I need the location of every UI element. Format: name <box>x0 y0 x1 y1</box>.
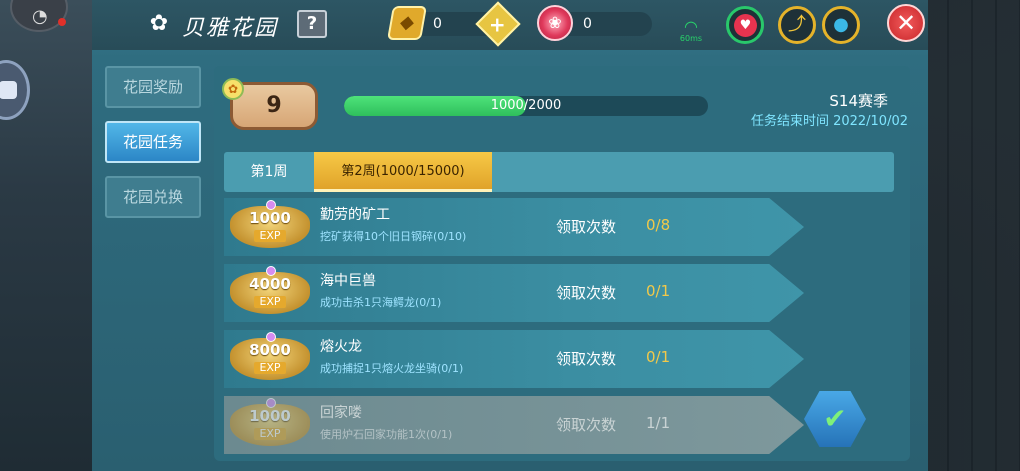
close-button[interactable]: ✕ <box>887 4 925 42</box>
gem-icon <box>266 398 276 408</box>
task-name: 勤劳的矿工 <box>320 207 390 223</box>
task-name: 熔火龙 <box>320 339 362 355</box>
exp-unit: EXP <box>254 428 286 440</box>
exp-badge: 4000 EXP <box>230 266 310 314</box>
task-row: 1000 EXP 勤劳的矿工 挖矿获得10个旧日钢碎(0/10) 领取次数 0/… <box>224 198 804 256</box>
shortcut-icon <box>0 81 17 99</box>
background-right-area <box>925 0 1020 471</box>
window-title: 贝雅花园 <box>182 16 279 41</box>
claim-count: 0/8 <box>646 216 671 234</box>
task-row: 4000 EXP 海中巨兽 成功击杀1只海鳄龙(0/1) 领取次数 0/1 <box>224 264 804 322</box>
flower-icon: ✿ <box>149 11 169 36</box>
help-button[interactable]: ? <box>297 10 327 38</box>
task-row: 8000 EXP 熔火龙 成功捕捉1只熔火龙坐骑(0/1) 领取次数 0/1 <box>224 330 804 388</box>
heart-icon: ♥ <box>734 14 757 37</box>
gem-icon <box>266 266 276 276</box>
network-latency: 60ms <box>679 34 703 43</box>
exp-unit: EXP <box>254 362 286 374</box>
task-name: 回家喽 <box>320 405 362 421</box>
top-bar: ✿ 贝雅花园 ? 0 ◆ + 0 ❀ ◠ 60ms ♥ ⤴ ● ✕ <box>92 0 928 50</box>
claim-count: 0/1 <box>646 282 671 300</box>
exp-unit: EXP <box>254 296 286 308</box>
tab-week-2[interactable]: 第2周(1000/15000) <box>314 152 492 192</box>
plus-icon: + <box>488 12 506 37</box>
task-description: 使用炉石回家功能1次(0/1) <box>320 428 453 441</box>
sidebar-item-garden-rewards[interactable]: 花园奖励 <box>105 66 201 108</box>
tab-week-1[interactable]: 第1周 <box>224 152 314 192</box>
season-end-time: 任务结束时间 2022/10/02 <box>750 114 908 129</box>
gem-icon <box>266 200 276 210</box>
garden-window: ✿ 贝雅花园 ? 0 ◆ + 0 ❀ ◠ 60ms ♥ ⤴ ● ✕ 花园奖励 花… <box>92 0 928 471</box>
exp-badge: 8000 EXP <box>230 332 310 380</box>
exp-badge: 1000 EXP <box>230 398 310 446</box>
claim-count-label: 领取次数 <box>556 284 617 302</box>
claim-count: 0/1 <box>646 348 671 366</box>
task-description: 挖矿获得10个旧日钢碎(0/10) <box>320 230 467 243</box>
water-status[interactable]: ● <box>822 6 860 44</box>
flower-count: 0 <box>583 16 592 32</box>
food-icon: ⤴ <box>788 14 806 35</box>
notification-dot <box>58 18 66 26</box>
claim-count-label: 领取次数 <box>556 416 617 434</box>
week-tabs: 第1周 第2周(1000/15000) <box>224 152 894 192</box>
add-button[interactable]: + <box>475 1 521 47</box>
claim-count-label: 领取次数 <box>556 350 617 368</box>
food-status[interactable]: ⤴ <box>778 6 816 44</box>
gold-ticket-icon: ◆ <box>387 6 427 40</box>
health-status[interactable]: ♥ <box>726 6 764 44</box>
garden-level: 9 <box>266 93 282 118</box>
exp-unit: EXP <box>254 230 286 242</box>
level-flower-icon: ✿ <box>222 78 244 100</box>
network-status: ◠ 60ms <box>676 17 706 44</box>
claim-count: 1/1 <box>646 414 671 432</box>
check-icon: ✔ <box>823 402 847 435</box>
gold-ticket-count: 0 <box>433 16 442 32</box>
gem-icon <box>266 332 276 342</box>
task-description: 成功捕捉1只熔火龙坐骑(0/1) <box>320 362 464 375</box>
task-name: 海中巨兽 <box>320 273 376 289</box>
claim-count-label: 领取次数 <box>556 218 617 236</box>
wifi-icon: ◠ <box>684 17 698 36</box>
rose-icon: ❀ <box>537 5 573 41</box>
exp-progress-bar: 1000/2000 <box>344 96 708 116</box>
exp-progress-text: 1000/2000 <box>490 98 562 113</box>
task-row-completed: 1000 EXP 回家喽 使用炉石回家功能1次(0/1) 领取次数 1/1 <box>224 396 804 454</box>
task-description: 成功击杀1只海鳄龙(0/1) <box>320 296 442 309</box>
bulb-icon: ◔ <box>32 6 48 27</box>
sidebar-item-garden-exchange[interactable]: 花园兑换 <box>105 176 201 218</box>
claimed-check-button[interactable]: ✔ <box>804 391 866 447</box>
task-panel: 9 ✿ 1000/2000 S14赛季 任务结束时间 2022/10/02 第1… <box>214 66 910 461</box>
season-name: S14赛季 <box>829 92 888 110</box>
exp-badge: 1000 EXP <box>230 200 310 248</box>
sidebar-item-garden-tasks[interactable]: 花园任务 <box>105 121 201 163</box>
water-drop-icon: ● <box>833 14 849 35</box>
